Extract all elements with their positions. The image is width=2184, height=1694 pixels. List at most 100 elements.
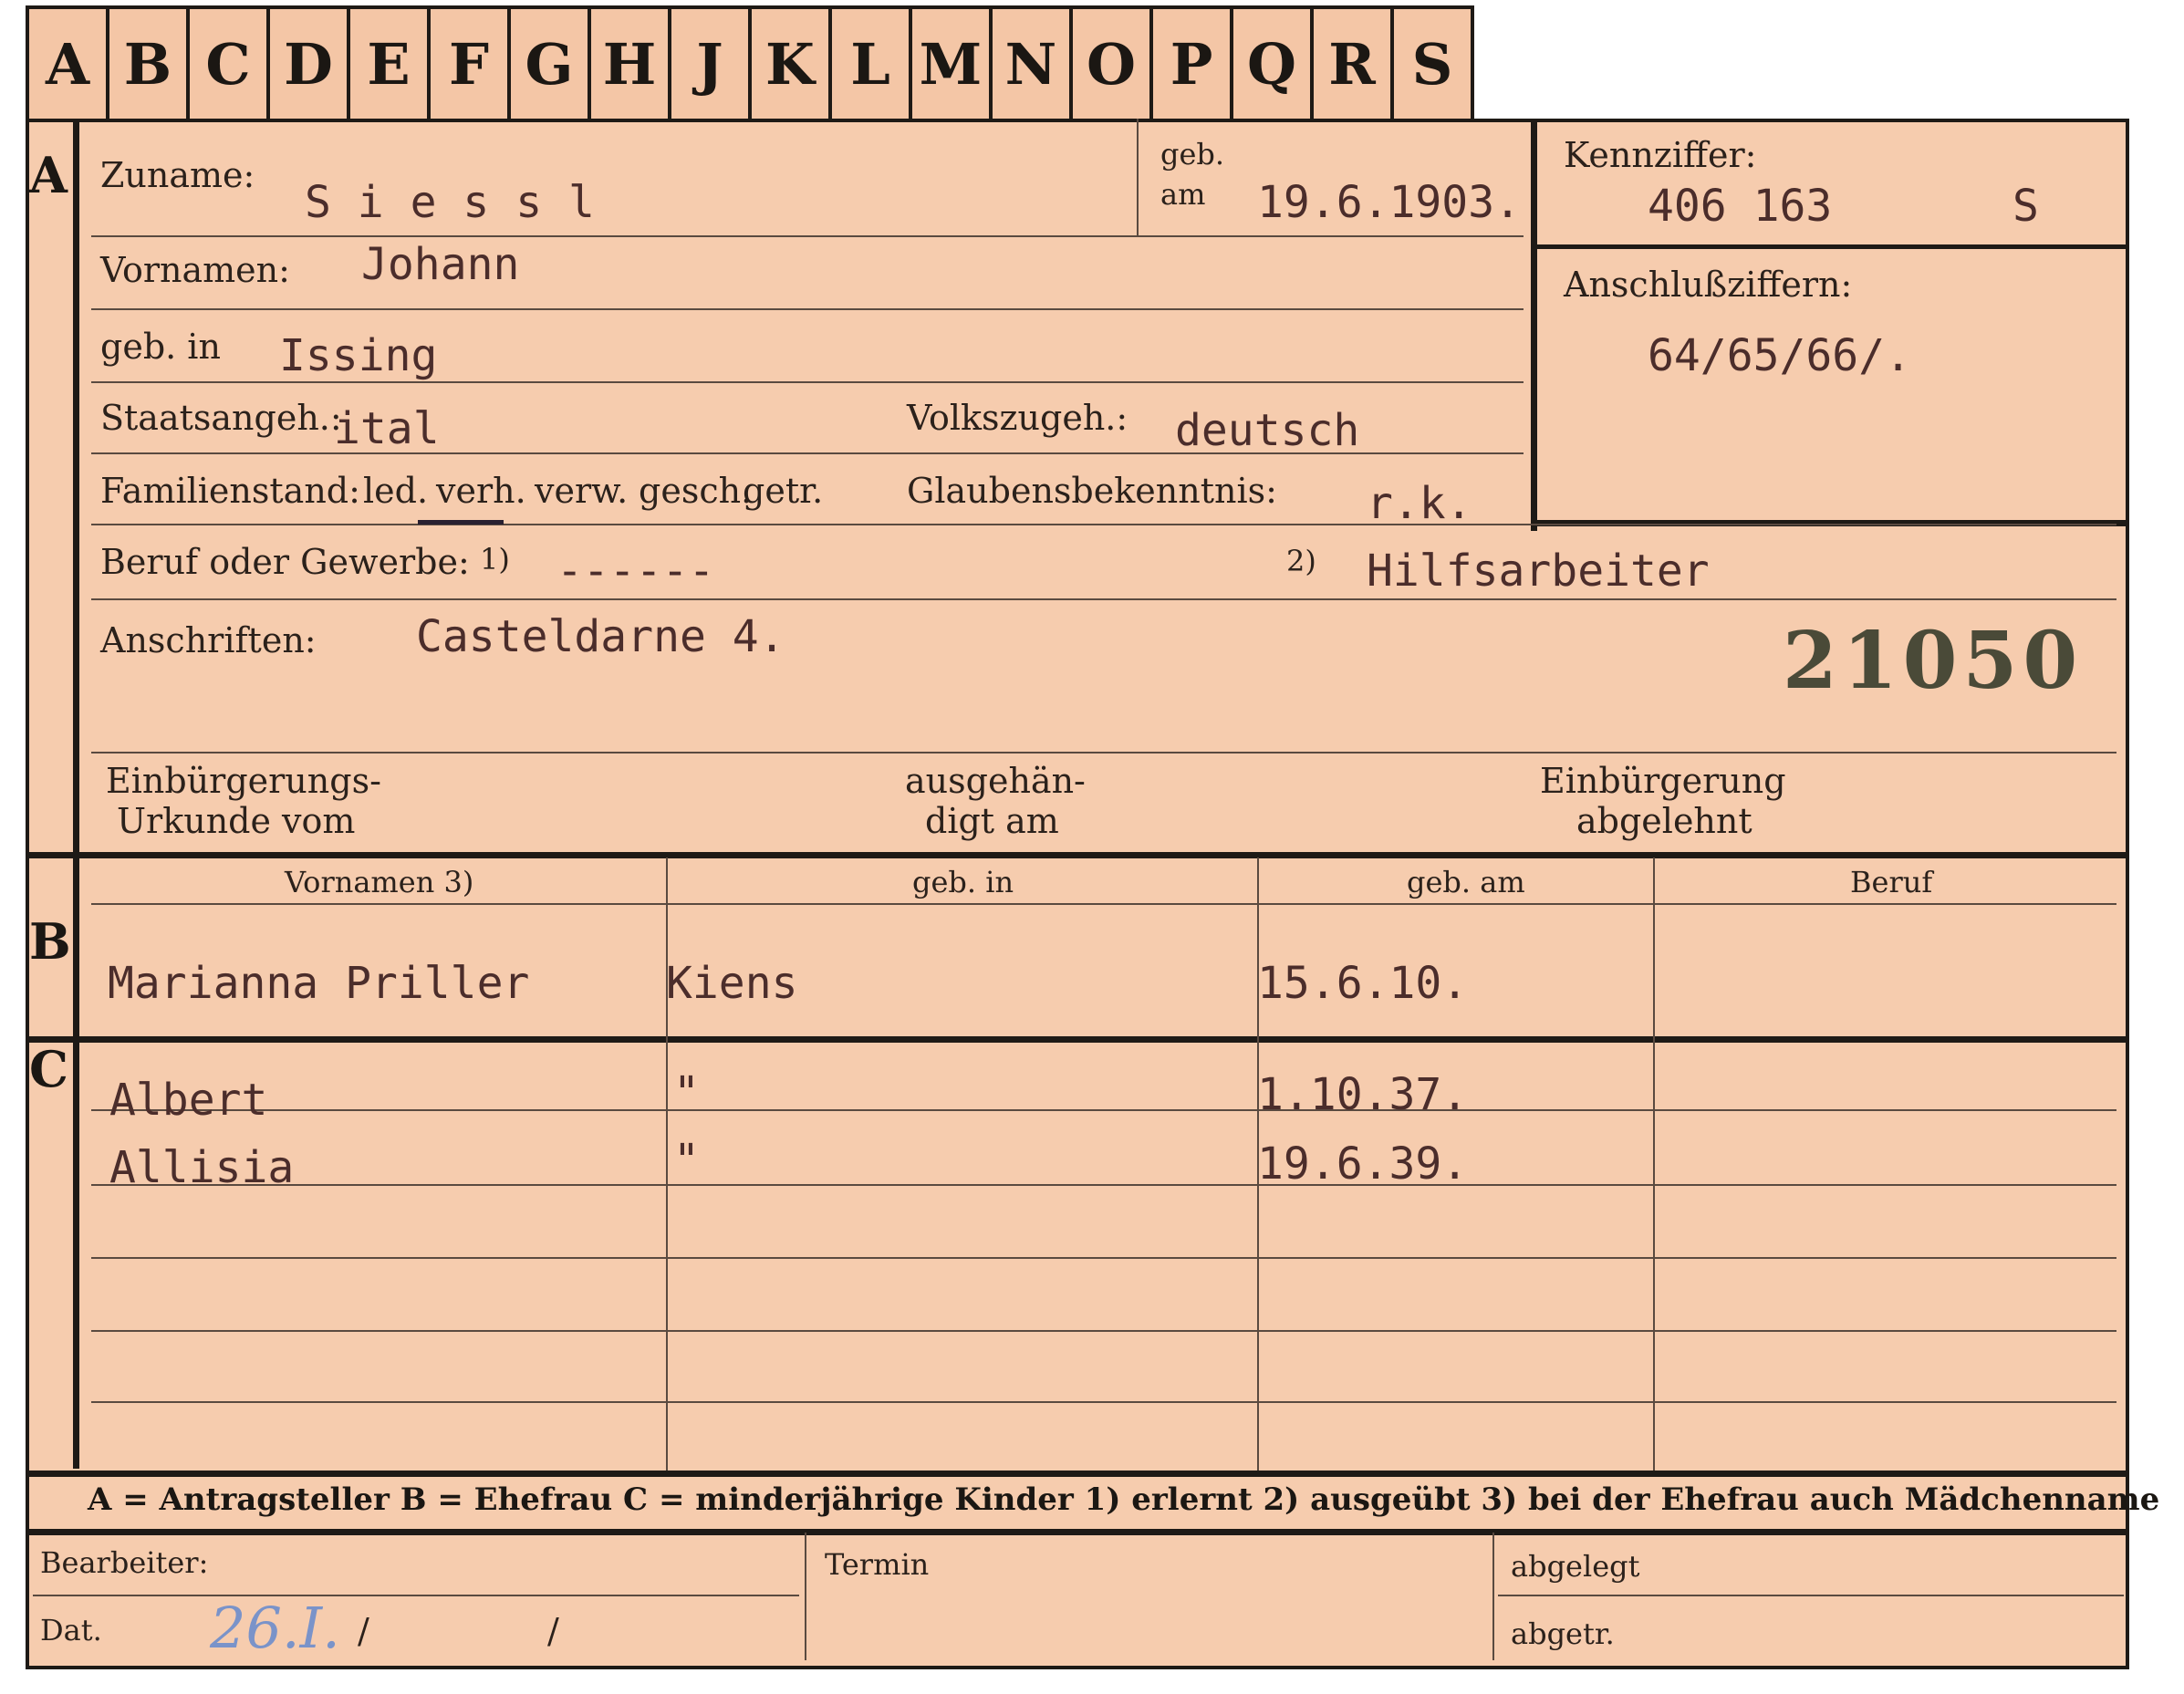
geb-am-value: 19.6.1903. <box>1257 177 1521 228</box>
volkszugeh-value: deutsch <box>1175 405 1360 456</box>
table-row-line <box>91 1257 2116 1259</box>
anschlussziffern-label: Anschlußziffern: <box>1564 265 1853 305</box>
index-tab[interactable]: F <box>431 9 511 119</box>
ausgehaendigt-label-2: digt am <box>925 801 1059 841</box>
spouse-geb-in: Kiens <box>666 958 798 1009</box>
stamp-number: 21050 <box>1783 615 2084 707</box>
table-header-geb-am: geb. am <box>1407 865 1525 899</box>
vornamen-label: Vornamen: <box>100 250 290 290</box>
abgetr-label: abgetr. <box>1511 1616 1615 1651</box>
beruf-value-2: Hilfsarbeiter <box>1367 546 1710 597</box>
row-line <box>91 381 1524 383</box>
dat-handwritten-value: 26.I. <box>210 1595 340 1661</box>
kennziffer-value: 406 163 <box>1648 181 1833 232</box>
spouse-name: Marianna Priller <box>108 958 530 1009</box>
table-row-line <box>91 1109 2116 1111</box>
zuname-value: S i e s s l <box>305 177 595 228</box>
familienstand-option: gesch. <box>639 471 753 511</box>
section-a-bottom-border <box>26 852 2129 858</box>
dat-label: Dat. <box>40 1613 102 1647</box>
row-line <box>91 598 2116 600</box>
geb-in-label: geb. in <box>100 327 221 367</box>
child-geb-am: 19.6.39. <box>1257 1138 1469 1190</box>
geb-in-value: Issing <box>279 330 438 381</box>
geb-am-divider <box>1137 119 1139 235</box>
kennziffer-divider <box>1531 244 2129 249</box>
child-geb-am: 1.10.37. <box>1257 1069 1469 1120</box>
index-tab[interactable]: S <box>1394 9 1474 119</box>
beruf-label: Beruf oder Gewerbe: <box>100 542 470 582</box>
familienstand-underline <box>418 520 504 525</box>
index-tab[interactable]: N <box>993 9 1073 119</box>
legend-text: A = Antragsteller B = Ehefrau C = minder… <box>88 1481 2160 1518</box>
familienstand-option-selected: verh. <box>436 471 526 511</box>
child-geb-in: " <box>673 1135 700 1186</box>
index-tab[interactable]: M <box>912 9 993 119</box>
index-tab[interactable]: O <box>1073 9 1153 119</box>
table-header-vornamen: Vornamen 3) <box>285 865 474 899</box>
anschriften-label: Anschriften: <box>100 620 317 660</box>
index-tab[interactable]: A <box>29 9 109 119</box>
table-bottom-border <box>26 1471 2129 1477</box>
anschriften-value: Casteldarne 4. <box>416 611 785 662</box>
child-name: Allisia <box>109 1142 295 1193</box>
section-b-bottom-border <box>26 1036 2129 1043</box>
table-header-line <box>91 903 2116 905</box>
vornamen-value: Johann <box>361 239 520 290</box>
familienstand-label: Familienstand: <box>100 471 360 511</box>
index-tab[interactable]: L <box>832 9 912 119</box>
beruf-value-1: ------ <box>556 546 715 597</box>
einbuergerungs-label-2: Urkunde vom <box>117 801 356 841</box>
section-letter-c: C <box>29 1040 68 1098</box>
table-row-line <box>91 1330 2116 1332</box>
child-name: Albert <box>109 1075 268 1126</box>
zuname-label: Zuname: <box>100 155 255 195</box>
table-header-beruf: Beruf <box>1850 865 1933 899</box>
row-line <box>91 752 2116 753</box>
familienstand-option: verw. <box>535 471 629 511</box>
volkszugeh-label: Volkszugeh.: <box>907 398 1128 438</box>
glaubens-value: r.k. <box>1367 478 1472 529</box>
footer-row-line <box>1498 1595 2124 1596</box>
einbuergerungs-label-1: Einbürgerungs- <box>106 761 381 801</box>
row-line <box>91 524 2116 525</box>
kennziffer-label: Kennziffer: <box>1564 135 1757 175</box>
index-tab[interactable]: C <box>190 9 270 119</box>
index-tab[interactable]: G <box>511 9 591 119</box>
index-tab[interactable]: Q <box>1233 9 1314 119</box>
legend-bottom-border <box>26 1529 2129 1535</box>
footer-column-divider <box>1492 1533 1494 1660</box>
dat-slash: / <box>358 1611 369 1651</box>
abgelegt-label: abgelegt <box>1511 1549 1640 1584</box>
section-letter-b: B <box>29 912 71 971</box>
bearbeiter-label: Bearbeiter: <box>40 1545 209 1580</box>
staatsangeh-label: Staatsangeh.: <box>100 398 342 438</box>
table-row-line <box>91 1184 2116 1186</box>
section-letter-a: A <box>29 146 68 204</box>
familienstand-option: led. <box>363 471 429 511</box>
spouse-geb-am: 15.6.10. <box>1257 958 1469 1009</box>
einbuergerung-abgelehnt-label-2: abgelehnt <box>1576 801 1752 841</box>
beruf-note-2: 2) <box>1286 544 1316 578</box>
ausgehaendigt-label-1: ausgehän- <box>905 761 1086 801</box>
kennziffer-letter: S <box>2012 181 2039 232</box>
index-tab[interactable]: K <box>752 9 832 119</box>
index-tab[interactable]: J <box>671 9 752 119</box>
index-tab[interactable]: D <box>270 9 350 119</box>
table-column-divider <box>666 857 668 1471</box>
index-tab[interactable]: B <box>109 9 190 119</box>
section-column-divider <box>73 119 79 1469</box>
index-tab[interactable]: E <box>350 9 431 119</box>
staatsangeh-value: ital <box>334 403 440 454</box>
table-row-line <box>91 1401 2116 1403</box>
index-tab[interactable]: H <box>591 9 671 119</box>
index-tab[interactable]: P <box>1153 9 1233 119</box>
am-label: am <box>1160 177 1206 212</box>
index-tab-row: A B C D E F G H J K L M N O P Q R S <box>26 5 1474 119</box>
geb-label: geb. <box>1160 137 1225 171</box>
index-tab[interactable]: R <box>1314 9 1394 119</box>
table-column-divider <box>1653 857 1655 1471</box>
footer-column-divider <box>805 1533 806 1660</box>
glaubens-label: Glaubensbekenntnis: <box>907 471 1277 511</box>
anschlussziffern-value: 64/65/66/. <box>1648 330 1911 381</box>
